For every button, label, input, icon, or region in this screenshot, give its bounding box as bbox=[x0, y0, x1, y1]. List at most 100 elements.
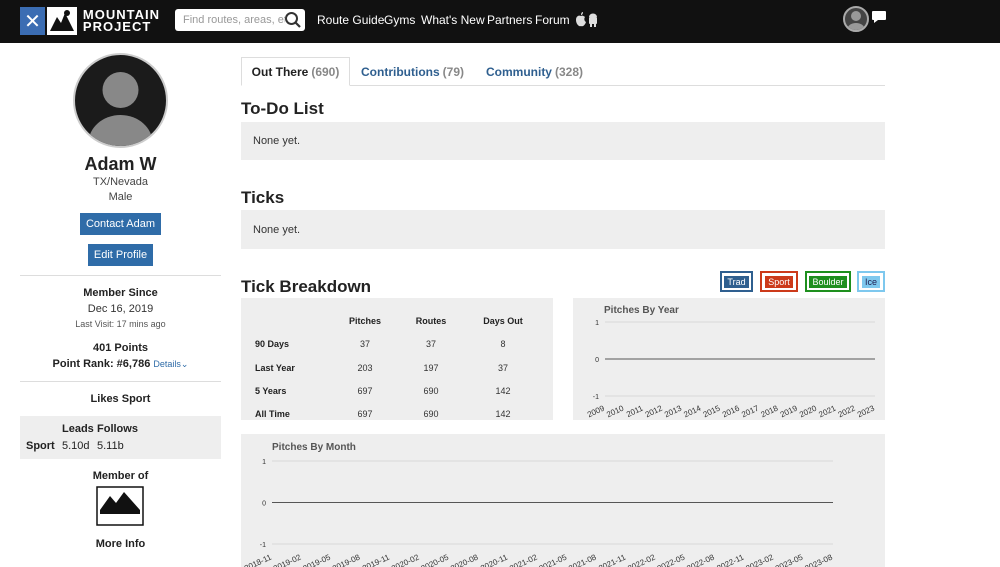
tab-label: Out There bbox=[251, 64, 309, 79]
y-tick-label: -1 bbox=[260, 542, 266, 549]
row-label-90-days: 90 Days bbox=[255, 339, 290, 349]
edit-profile-button[interactable]: Edit Profile bbox=[88, 244, 153, 266]
legend-boulder[interactable]: Boulder bbox=[805, 271, 851, 292]
todo-title: To-Do List bbox=[241, 99, 324, 118]
tab-label: Contributions bbox=[361, 64, 440, 79]
table-cell: 8 bbox=[500, 339, 506, 349]
nav-forum[interactable]: Forum bbox=[535, 13, 570, 27]
legend-label: Trad bbox=[723, 274, 750, 289]
x-tick-label: 2022 bbox=[837, 403, 857, 419]
chat-icon[interactable] bbox=[871, 10, 887, 24]
x-tick-label: 2019-11 bbox=[361, 552, 391, 567]
x-tick-label: 2014 bbox=[682, 403, 702, 419]
legend-label: Ice bbox=[860, 274, 881, 289]
legend-ice[interactable]: Ice bbox=[857, 271, 885, 292]
tab-count: (79) bbox=[442, 64, 464, 79]
x-tick-label: 2023-05 bbox=[774, 552, 805, 567]
legend-label: Sport bbox=[764, 274, 794, 289]
table-cell: 690 bbox=[423, 386, 439, 396]
pitches-by-month-plot: 10-12018-11 2019-02 2019-05 2019-08 2019-11 2… bbox=[243, 459, 834, 567]
legend-label: Boulder bbox=[808, 274, 848, 289]
pitches-by-year-chart: Pitches By Year 1 0 -1 2009 2010 2011 2012 2013… bbox=[573, 298, 885, 420]
x-tick-label: 2009 bbox=[586, 403, 606, 419]
legend-trad[interactable]: Trad bbox=[720, 271, 753, 292]
contact-button[interactable]: Contact Adam bbox=[80, 213, 161, 235]
x-tick-label: 2019-02 bbox=[272, 552, 303, 567]
details-link[interactable]: Details⌄ bbox=[153, 359, 188, 369]
member-since-date: Dec 16, 2019 bbox=[87, 303, 154, 315]
nav-whats-new[interactable]: What's New bbox=[421, 13, 485, 27]
col-header-routes: Routes bbox=[415, 316, 447, 326]
x-tick-label: 2021 bbox=[817, 403, 837, 419]
pitches-by-month-chart: Pitches By Month 1 0 -1 2018-11 2019-02 2019-… bbox=[241, 434, 885, 567]
site-logo[interactable]: ✕ MOUNTAIN PROJECT bbox=[20, 6, 160, 36]
tab-count: (690) bbox=[311, 64, 340, 79]
search-box bbox=[175, 9, 305, 31]
profile-name: Adam W bbox=[84, 154, 157, 174]
x-tick-label: 2022-11 bbox=[715, 552, 745, 567]
profile-gender: Male bbox=[108, 191, 133, 203]
y-tick-label: 0 bbox=[262, 501, 266, 508]
table-cell: 690 bbox=[423, 409, 439, 419]
tab-label: Community bbox=[485, 64, 552, 79]
x-tick-label: 2012 bbox=[644, 403, 664, 419]
nav-gyms[interactable]: Gyms bbox=[384, 13, 415, 27]
x-tick-label: 2011 bbox=[625, 403, 645, 419]
more-info-link[interactable]: More Info bbox=[20, 538, 221, 550]
table-cell: 37 bbox=[359, 339, 371, 349]
x-tick-label: 2020-02 bbox=[390, 552, 421, 567]
x-tick-label: 2020-05 bbox=[420, 552, 451, 567]
col-header-pitches: Pitches bbox=[348, 316, 382, 326]
x-tick-label: 2020-11 bbox=[479, 552, 509, 567]
table-cell: 197 bbox=[423, 363, 439, 373]
x-tick-label: 2020 bbox=[798, 403, 818, 419]
member-of-title: Member of bbox=[92, 470, 149, 482]
grades-header-leads: Leads bbox=[62, 423, 94, 435]
x-tick-label: 2015 bbox=[702, 403, 722, 419]
user-avatar[interactable] bbox=[843, 6, 869, 32]
table-cell: 203 bbox=[357, 363, 373, 373]
tick-stats-table: Pitches Routes Days Out 90 Days 37 37 8 … bbox=[241, 298, 553, 420]
todo-empty-text: None yet. bbox=[253, 135, 301, 147]
tab-out-there[interactable]: Out There (690) bbox=[241, 57, 350, 86]
ticks-empty-text: None yet. bbox=[253, 224, 301, 236]
point-rank-text: Point Rank: #6,786 bbox=[52, 358, 151, 370]
search-icon[interactable] bbox=[284, 11, 302, 29]
divider bbox=[20, 275, 221, 276]
chevron-down-icon: ⌄ bbox=[180, 359, 189, 369]
todo-panel: None yet. bbox=[241, 122, 885, 160]
table-cell: 697 bbox=[357, 409, 373, 419]
divider bbox=[20, 381, 221, 382]
x-tick-label: 2023-02 bbox=[744, 552, 775, 567]
access-fund-logo[interactable] bbox=[96, 486, 144, 526]
x-tick-label: 2017 bbox=[740, 403, 760, 419]
x-tick-label: 2020-08 bbox=[449, 552, 480, 567]
logo-line-2: PROJECT bbox=[82, 19, 152, 34]
legend-sport[interactable]: Sport bbox=[760, 271, 798, 292]
tab-contributions[interactable]: Contributions (79) bbox=[354, 57, 471, 86]
x-tick-label: 2018-11 bbox=[243, 552, 273, 567]
close-icon: ✕ bbox=[20, 7, 45, 35]
table-cell: 697 bbox=[357, 386, 373, 396]
x-tick-label: 2019-08 bbox=[331, 552, 362, 567]
nav-partners[interactable]: Partners bbox=[487, 13, 532, 27]
x-tick-label: 2019 bbox=[779, 403, 799, 419]
y-tick-label: -1 bbox=[593, 394, 599, 401]
grades-follows-value: 5.11b bbox=[97, 440, 124, 452]
apple-android-icon[interactable] bbox=[575, 12, 599, 28]
tab-count: (328) bbox=[554, 64, 583, 79]
tab-community[interactable]: Community (328) bbox=[478, 57, 591, 86]
x-tick-label: 2013 bbox=[663, 403, 683, 419]
nav-route-guide[interactable]: Route Guide bbox=[317, 13, 384, 27]
points-total: 401 Points bbox=[92, 342, 149, 354]
ticks-panel: None yet. bbox=[241, 210, 885, 249]
grades-header-follows: Follows bbox=[97, 423, 138, 435]
x-tick-label: 2021-08 bbox=[567, 552, 598, 567]
y-tick-label: 1 bbox=[262, 459, 266, 466]
ticks-title: Ticks bbox=[241, 188, 285, 207]
x-tick-label: 2023 bbox=[856, 403, 876, 419]
table-cell: 142 bbox=[495, 409, 511, 419]
top-navbar: ✕ MOUNTAIN PROJECT Route Guide Gyms What… bbox=[0, 0, 1000, 43]
y-tick-label: 1 bbox=[595, 320, 599, 327]
search-input[interactable] bbox=[175, 9, 285, 31]
